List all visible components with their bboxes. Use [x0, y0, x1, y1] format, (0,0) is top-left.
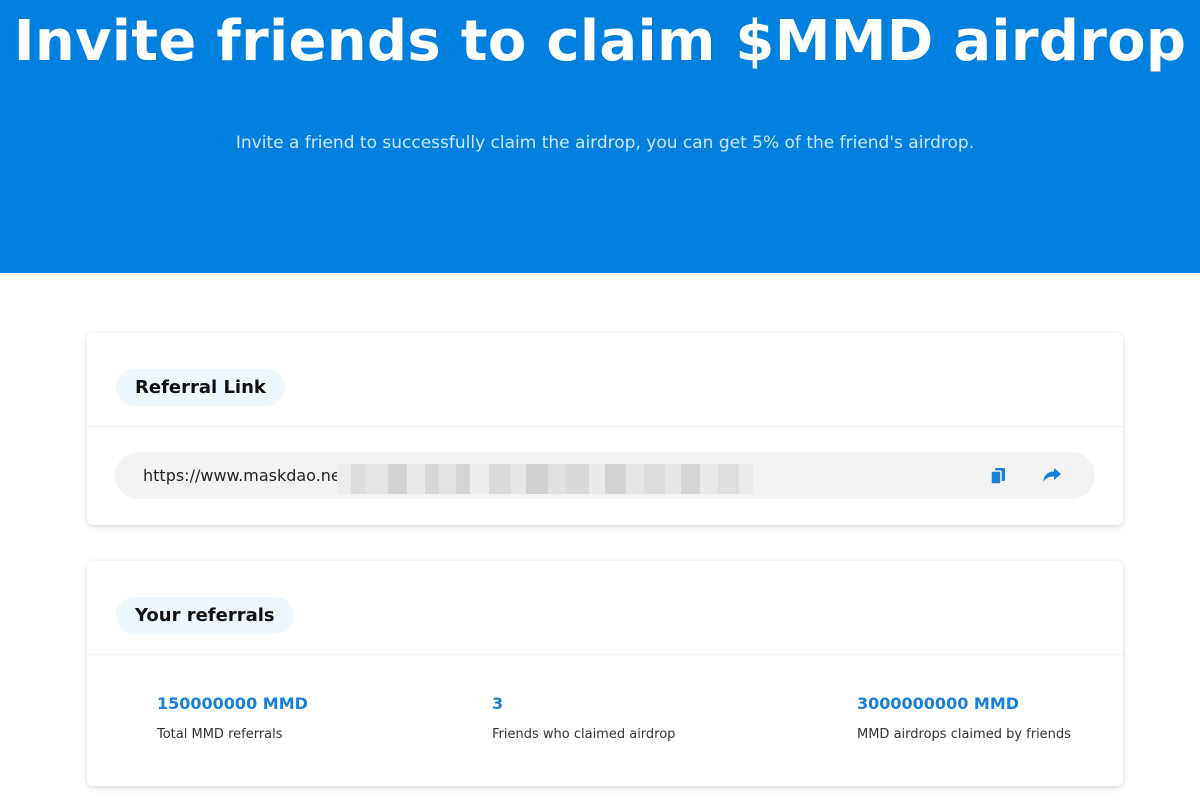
referral-link-heading: Referral Link [116, 369, 285, 406]
redacted-link-portion [337, 464, 754, 494]
copy-icon[interactable] [986, 464, 1010, 488]
your-referrals-card-header: Your referrals [87, 561, 1123, 655]
referral-link-card: Referral Link https://www.maskdao.ne [87, 333, 1123, 525]
referral-link-card-header: Referral Link [87, 333, 1123, 427]
stat-value: 3000000000 MMD [857, 694, 1020, 713]
page-subtitle: Invite a friend to successfully claim th… [235, 133, 975, 153]
referral-link-field[interactable]: https://www.maskdao.ne [115, 452, 1095, 499]
share-icon[interactable] [1040, 464, 1064, 488]
stat-label: MMD airdrops claimed by friends [857, 727, 1071, 742]
hero-banner: Invite friends to claim $MMD airdrop Inv… [0, 0, 1200, 273]
stat-friends-claimed: 3 Friends who claimed airdrop [492, 694, 675, 743]
page-title: Invite friends to claim $MMD airdrop [13, 9, 1187, 74]
referral-link-text[interactable]: https://www.maskdao.ne [143, 452, 341, 499]
stat-value: 3 [492, 694, 504, 713]
stat-airdrops-claimed: 3000000000 MMD MMD airdrops claimed by f… [857, 694, 1071, 743]
your-referrals-heading: Your referrals [116, 597, 294, 634]
stat-label: Total MMD referrals [157, 727, 283, 742]
stat-value: 150000000 MMD [157, 694, 308, 713]
stat-total-referrals: 150000000 MMD Total MMD referrals [157, 694, 308, 743]
your-referrals-card: Your referrals 150000000 MMD Total MMD r… [87, 561, 1123, 786]
stat-label: Friends who claimed airdrop [492, 727, 676, 742]
